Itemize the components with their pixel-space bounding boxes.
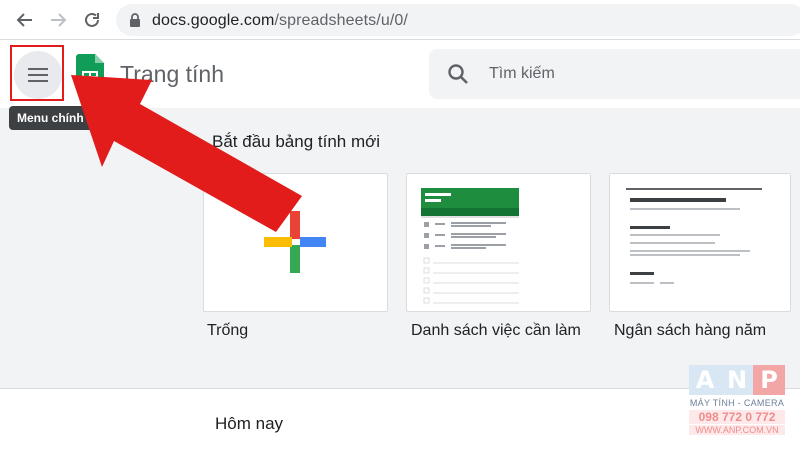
reload-icon — [85, 12, 99, 27]
url-text: docs.google.com/spreadsheets/u/0/ — [152, 12, 408, 30]
template-todo-label: Danh sách việc cần làm — [411, 322, 581, 339]
annotation-highlight-box — [10, 45, 64, 101]
watermark-letter: P — [753, 365, 785, 395]
address-bar[interactable]: docs.google.com/spreadsheets/u/0/ — [116, 4, 800, 36]
sheets-logo-icon — [76, 54, 104, 92]
watermark-letter: A — [689, 365, 721, 395]
template-budget-card[interactable] — [609, 173, 791, 312]
forward-button[interactable] — [47, 9, 69, 31]
anp-watermark: A N P MÁY TÍNH - CAMERA 098 772 0 772 WW… — [689, 365, 785, 439]
watermark-site: WWW.ANP.COM.VN — [689, 425, 785, 435]
recent-files-heading: Hôm nay — [215, 414, 284, 433]
url-host: docs.google.com — [152, 12, 275, 29]
template-blank-label: Trống — [207, 322, 249, 339]
search-icon — [448, 64, 468, 84]
url-path: /spreadsheets/u/0/ — [274, 12, 408, 29]
template-todo-card[interactable] — [406, 173, 591, 312]
template-gallery: Bắt đầu bảng tính mới Trống Danh sách vi… — [0, 108, 800, 388]
watermark-phone: 098 772 0 772 — [689, 410, 785, 424]
template-blank-card[interactable] — [203, 173, 388, 312]
template-gallery-heading: Bắt đầu bảng tính mới — [212, 132, 381, 151]
menu-tooltip: Menu chính — [9, 106, 101, 130]
app-title: Trang tính — [120, 61, 224, 87]
arrow-right-icon — [51, 13, 67, 27]
todo-preview-icon — [421, 188, 519, 304]
lock-icon — [130, 13, 140, 27]
search-placeholder: Tìm kiếm — [489, 65, 555, 82]
reload-button[interactable] — [81, 9, 103, 31]
template-budget-label: Ngân sách hàng năm — [614, 322, 767, 339]
watermark-letter: N — [721, 365, 753, 395]
back-button[interactable] — [14, 9, 36, 31]
plus-icon — [264, 211, 326, 273]
watermark-logo: A N P — [689, 365, 785, 395]
browser-toolbar: docs.google.com/spreadsheets/u/0/ — [0, 0, 800, 40]
watermark-subtitle: MÁY TÍNH - CAMERA — [689, 398, 785, 408]
budget-preview-icon — [626, 188, 762, 284]
search-input[interactable]: Tìm kiếm — [429, 49, 800, 99]
arrow-left-icon — [16, 13, 32, 27]
app-header: Trang tính Tìm kiếm — [0, 41, 800, 107]
recent-files-section: Hôm nay — [0, 388, 800, 450]
